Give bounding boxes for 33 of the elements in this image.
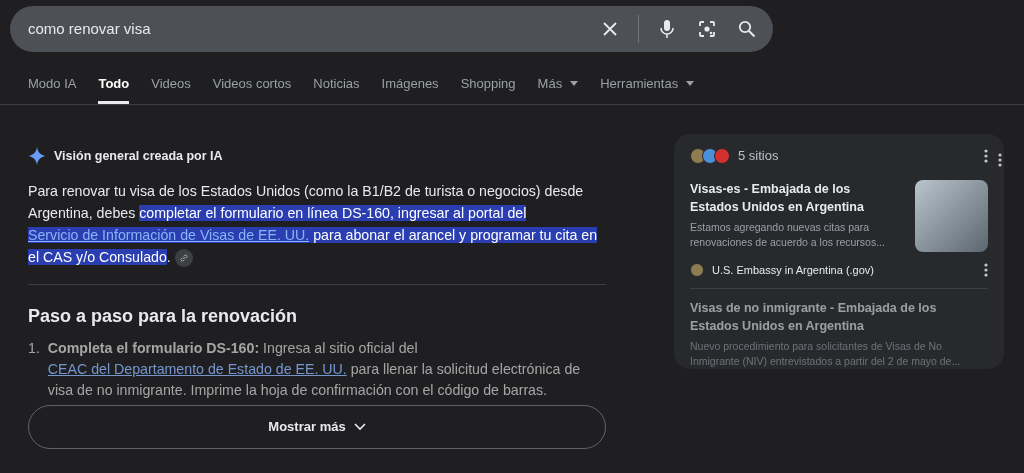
search-tab[interactable]: Videos cortos: [212, 59, 292, 104]
site-favicon-icon: [702, 147, 718, 164]
source-title[interactable]: Visas de no inmigrante - Embajada de los Estados Unidos en Argentina: [690, 299, 988, 335]
more-options-icon[interactable]: [984, 148, 988, 163]
chevron-down-icon: [353, 422, 366, 431]
search-tab[interactable]: Modo IA: [28, 59, 77, 104]
search-tab[interactable]: Videos: [151, 59, 191, 104]
step-link[interactable]: CEAC del Departamento de Estado de EE. UU.: [47, 360, 347, 377]
source-snippet: Estamos agregando nuevas citas para renovaciones de acuerdo a los recursos...: [690, 219, 886, 250]
sources-count: 5 sitios: [738, 147, 780, 165]
site-favicon-icon: [714, 147, 730, 164]
source-snippet: Nuevo procedimiento para solicitantes de Visas de No Inmigrante (NIV) entrevistados a partir del 2 de mayo de...: [690, 339, 962, 369]
more-options-icon[interactable]: [998, 153, 1002, 167]
search-field[interactable]: como renovar visa: [10, 6, 773, 52]
sparkle-icon: [28, 147, 46, 166]
search-text: como renovar visa: [28, 18, 152, 39]
paragraph-link[interactable]: Servicio de Información de Visas de EE. UU.: [28, 226, 310, 243]
source-site: U.S. Embassy in Argentina (.gov): [712, 262, 875, 278]
search-tab[interactable]: Herramientas: [600, 59, 695, 104]
search-tab[interactable]: Todo: [98, 59, 130, 104]
section-heading: Paso a paso para la renovación: [28, 304, 299, 328]
link-chip-icon[interactable]: [174, 249, 193, 267]
step-text: Completa el formulario DS-160: Ingresa al sitio oficial del CEAC del Departamento de Estado de EE. UU. para llenar la solicitud electrónica de visa de no inmigrante. Imprime la hoja de confirmación con el código de barras.: [47, 338, 582, 400]
search-tab[interactable]: Imágenes: [381, 59, 439, 104]
search-tab[interactable]: Noticias: [313, 59, 360, 104]
search-tab[interactable]: Más: [537, 59, 579, 104]
search-tab[interactable]: Shopping: [460, 59, 516, 104]
show-more-button[interactable]: Mostrar más: [28, 404, 606, 449]
overview-title: Visión general creada por IA: [54, 148, 223, 165]
source-title[interactable]: Visas-es - Embajada de los Estados Unidos en Argentina: [690, 179, 899, 216]
list-number: 1.: [28, 338, 40, 358]
overview-paragraph: Para renovar tu visa de los Estados Unidos (como la B1/B2 de turista o negocios) desde Argentina, debes completar el formulario en línea DS-160, ingresar al portal del Servicio de Información de Visas de EE. UU. para abonar el arancel y programar tu cita en el CAS y/o Consulado.: [28, 181, 599, 268]
more-options-icon[interactable]: [984, 262, 988, 277]
